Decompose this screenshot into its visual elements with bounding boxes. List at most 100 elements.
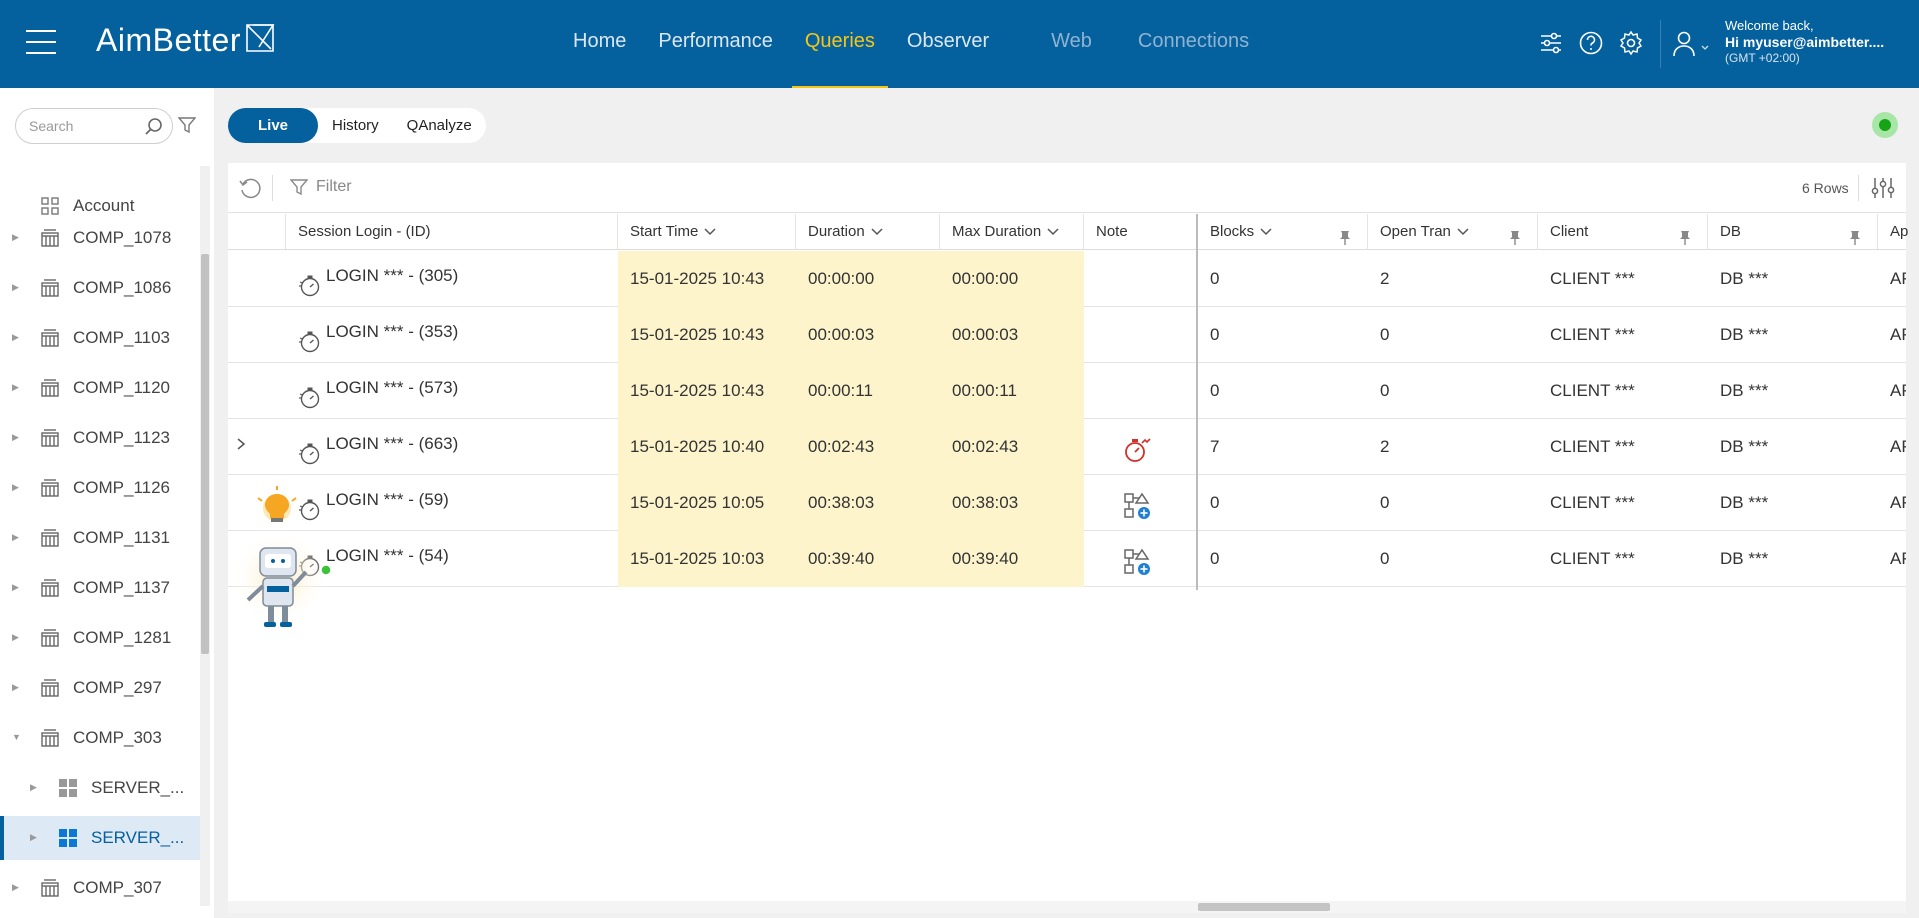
- tree-item-server-[interactable]: ▶ SERVER_...: [0, 766, 200, 810]
- filter-icon[interactable]: [178, 116, 196, 134]
- robot-assistant-icon[interactable]: [234, 478, 334, 638]
- nav-queries[interactable]: Queries: [791, 0, 888, 88]
- column-header-blocks[interactable]: Blocks: [1198, 214, 1368, 250]
- app-logo[interactable]: AimBetter: [96, 22, 277, 59]
- chevron-down-icon[interactable]: [1457, 214, 1469, 250]
- user-avatar-icon[interactable]: [1672, 30, 1712, 58]
- table-scroll-thumb[interactable]: [1198, 903, 1330, 911]
- tree-item-server-[interactable]: ▶ SERVER_...: [0, 816, 200, 860]
- column-header-db[interactable]: DB: [1708, 214, 1878, 250]
- column-header-max-duration[interactable]: Max Duration: [940, 214, 1084, 250]
- tree-item-label: SERVER_...: [91, 828, 185, 847]
- tree-item-comp-1137[interactable]: ▶ COMP_1137: [0, 566, 200, 610]
- live-status-indicator: [1872, 112, 1898, 138]
- cell-note[interactable]: [1084, 475, 1198, 531]
- chevron-right-icon[interactable]: ▶: [12, 682, 19, 693]
- chevron-right-icon[interactable]: ▶: [12, 482, 19, 493]
- windows-icon: [58, 778, 78, 803]
- cell-blocks: 7: [1210, 437, 1220, 456]
- gear-icon[interactable]: [1618, 30, 1644, 56]
- sliders-icon[interactable]: [1538, 30, 1564, 56]
- help-icon[interactable]: [1578, 30, 1604, 56]
- refresh-icon[interactable]: [238, 177, 262, 201]
- tree-item-comp-297[interactable]: ▶ COMP_297: [0, 666, 200, 710]
- sidebar-scroll-thumb[interactable]: [201, 254, 209, 654]
- chevron-down-icon[interactable]: [1260, 214, 1272, 250]
- tree-item-label: COMP_1137: [73, 578, 171, 597]
- cell-note: [1084, 363, 1198, 419]
- search-input[interactable]: Search: [15, 108, 173, 144]
- tree-item-comp-303[interactable]: ▼ COMP_303: [0, 716, 200, 760]
- cell-open: 2: [1380, 437, 1390, 456]
- nav-observer[interactable]: Observer: [894, 0, 1002, 88]
- table-row[interactable]: LOGIN *** - (573) 15-01-2025 10:43 00:00:1…: [228, 363, 1906, 419]
- column-header-ap[interactable]: Ap: [1878, 214, 1908, 250]
- cell-max: 00:02:43: [940, 419, 1084, 475]
- column-header-duration[interactable]: Duration: [796, 214, 940, 250]
- chevron-right-icon[interactable]: ▶: [12, 282, 19, 293]
- tab-history[interactable]: History: [318, 108, 393, 143]
- column-header-note[interactable]: Note: [1084, 214, 1198, 250]
- hamburger-menu-icon[interactable]: [26, 30, 56, 56]
- user-welcome[interactable]: Welcome back, Hi myuser@aimbetter.... (G…: [1725, 18, 1884, 66]
- cell-note[interactable]: [1084, 531, 1198, 587]
- tree-item-comp-1126[interactable]: ▶ COMP_1126: [0, 466, 200, 510]
- nav-performance[interactable]: Performance: [645, 0, 786, 88]
- table-row[interactable]: LOGIN *** - (353) 15-01-2025 10:43 00:00:0…: [228, 307, 1906, 363]
- nav-web[interactable]: Web: [1038, 0, 1105, 88]
- table-row[interactable]: LOGIN *** - (59) 15-01-2025 10:05 00:38:03…: [228, 475, 1906, 531]
- tab-qanalyze[interactable]: QAnalyze: [393, 108, 486, 143]
- table-row[interactable]: LOGIN *** - (54) 15-01-2025 10:03 00:39:40…: [228, 531, 1906, 587]
- expand-row-icon[interactable]: [236, 437, 246, 454]
- chevron-right-icon[interactable]: ▶: [12, 332, 19, 343]
- column-header-client[interactable]: Client: [1538, 214, 1708, 250]
- chevron-right-icon[interactable]: ▶: [12, 232, 19, 243]
- chevron-right-icon[interactable]: ▶: [12, 632, 19, 643]
- table-row[interactable]: LOGIN *** - (663) 15-01-2025 10:40 00:02:4…: [228, 419, 1906, 475]
- tree-item-label: SERVER_...: [91, 778, 185, 797]
- search-icon[interactable]: [144, 117, 164, 137]
- chevron-down-icon[interactable]: ▼: [12, 732, 21, 742]
- cell-duration: 00:00:11: [796, 363, 940, 419]
- nav-home[interactable]: Home: [560, 0, 639, 88]
- cell-start: 15-01-2025 10:03: [618, 531, 796, 587]
- chevron-right-icon[interactable]: ▶: [30, 832, 37, 843]
- column-header-session-login-id[interactable]: Session Login - (ID): [286, 214, 618, 250]
- table-row[interactable]: LOGIN *** - (305) 15-01-2025 10:43 00:00:0…: [228, 251, 1906, 307]
- table-horizontal-scrollbar[interactable]: [228, 901, 1906, 913]
- tree-item-comp-1131[interactable]: ▶ COMP_1131: [0, 516, 200, 560]
- tree-item-comp-1123[interactable]: ▶ COMP_1123: [0, 416, 200, 460]
- column-header-open-tran[interactable]: Open Tran: [1368, 214, 1538, 250]
- chevron-right-icon[interactable]: ▶: [12, 432, 19, 443]
- cell-db: DB ***: [1720, 493, 1769, 512]
- chevron-right-icon[interactable]: ▶: [12, 582, 19, 593]
- tab-live[interactable]: Live: [228, 108, 318, 143]
- column-settings-icon[interactable]: [1870, 176, 1896, 200]
- column-header-start-time[interactable]: Start Time: [618, 214, 796, 250]
- cell-note[interactable]: [1084, 419, 1198, 475]
- chevron-right-icon[interactable]: ▶: [12, 882, 19, 893]
- tree-item-comp-307[interactable]: ▶ COMP_307: [0, 866, 200, 910]
- cell-duration: 00:00:00: [796, 251, 940, 307]
- tree-item-label: COMP_303: [73, 728, 162, 747]
- chevron-right-icon[interactable]: ▶: [30, 782, 37, 793]
- plan-icon[interactable]: [1122, 488, 1152, 531]
- chevron-down-icon[interactable]: [871, 214, 883, 250]
- cell-blocks: 0: [1210, 381, 1220, 400]
- nav-connections[interactable]: Connections: [1125, 0, 1262, 88]
- tree-item-comp-1086[interactable]: ▶ COMP_1086: [0, 266, 200, 310]
- tree-item-label: COMP_1126: [73, 478, 171, 497]
- tree-item-comp-1281[interactable]: ▶ COMP_1281: [0, 616, 200, 660]
- chevron-down-icon[interactable]: [1047, 214, 1059, 250]
- chevron-right-icon[interactable]: ▶: [12, 382, 19, 393]
- chevron-right-icon[interactable]: ▶: [12, 532, 19, 543]
- plan-icon[interactable]: [1122, 544, 1152, 587]
- stopwatch-alert-icon[interactable]: [1122, 432, 1152, 475]
- table-filter[interactable]: Filter: [290, 178, 352, 196]
- toolbar-divider: [272, 175, 273, 201]
- chevron-down-icon[interactable]: [704, 214, 716, 250]
- tree-item-comp-1120[interactable]: ▶ COMP_1120: [0, 366, 200, 410]
- tree-item-comp-1103[interactable]: ▶ COMP_1103: [0, 316, 200, 360]
- tree-item-comp-1078[interactable]: ▶ COMP_1078: [0, 216, 200, 260]
- sidebar-scrollbar[interactable]: [200, 166, 210, 906]
